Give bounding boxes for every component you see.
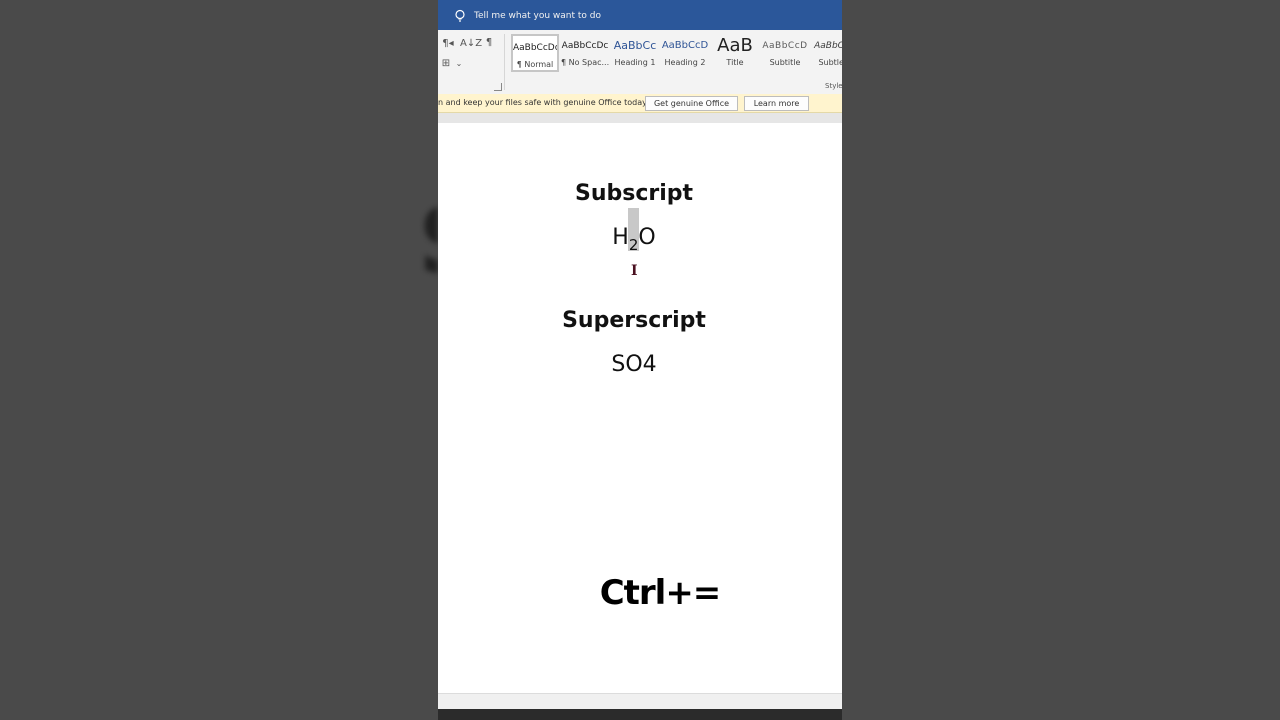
group-separator (504, 34, 505, 90)
get-genuine-office-button[interactable]: Get genuine Office (645, 96, 738, 111)
style-normal[interactable]: AaBbCcDc ¶ Normal (511, 34, 559, 72)
subscript-selection: 2 (627, 208, 639, 254)
h2o-formula: H 2O (438, 208, 830, 254)
style-preview: AaBbCcD (762, 41, 808, 51)
styles-group-label: Styles (825, 82, 842, 90)
rtl-direction-icon[interactable]: ¶◂ (440, 36, 456, 52)
document-page[interactable]: Subscript H 2O I Superscript SO4 Ctrl+= (438, 123, 842, 693)
formula-h: H (612, 225, 629, 250)
subscript-heading: Subscript (574, 181, 694, 206)
activation-message: n and keep your files safe with genuine … (438, 98, 649, 107)
superscript-heading: Superscript (562, 308, 706, 333)
style-preview: AaB (717, 35, 753, 56)
style-name: Subtle E (818, 58, 842, 67)
lightbulb-icon (455, 9, 465, 22)
style-preview: AaBbCcDc (513, 43, 557, 53)
style-title[interactable]: AaB Title (711, 34, 759, 72)
tell-me-search[interactable]: Tell me what you want to do (474, 11, 601, 21)
style-name: Heading 2 (664, 58, 706, 67)
word-window: Tell me what you want to do ¶◂ A↓Z ¶ ⊞ ⌄… (438, 0, 842, 720)
style-name: ¶ No Spac... (561, 58, 609, 67)
taskbar-edge (438, 709, 842, 720)
style-preview: AaBbCcDc (561, 41, 609, 51)
show-formatting-marks-icon[interactable]: ¶ (481, 35, 497, 51)
status-bar (438, 693, 842, 710)
style-name: ¶ Normal (516, 60, 554, 69)
learn-more-button[interactable]: Learn more (744, 96, 809, 111)
style-subtle-emphasis[interactable]: AaBbCcD Subtle E (811, 34, 842, 72)
ruler (438, 113, 842, 123)
background-blurred-letter: S (418, 196, 438, 276)
title-bar: Tell me what you want to do (438, 0, 842, 30)
formula-subscript-2: 2 (628, 236, 639, 254)
sort-icon[interactable]: A↓Z (460, 36, 482, 52)
formula-o: O (638, 225, 656, 250)
style-subtitle[interactable]: AaBbCcD Subtitle (761, 34, 809, 72)
style-preview: AaBbCcD (661, 40, 709, 51)
shortcut-caption: Ctrl+= (599, 573, 722, 613)
activation-bar: n and keep your files safe with genuine … (438, 94, 842, 113)
style-name: Title (726, 58, 744, 67)
styles-gallery: AaBbCcDc ¶ Normal AaBbCcDc ¶ No Spac... … (510, 34, 842, 72)
borders-dropdown-icon[interactable]: ⌄ (451, 56, 467, 72)
style-preview: AaBbCc (613, 39, 657, 52)
text-cursor-icon: I (631, 263, 638, 279)
so4-formula: SO4 (611, 352, 657, 377)
style-preview: AaBbCcD (814, 41, 842, 51)
style-name: Subtitle (769, 58, 801, 67)
paragraph-dialog-launcher-icon[interactable] (494, 83, 502, 91)
paragraph-group: ¶◂ A↓Z ¶ ⊞ ⌄ (438, 30, 504, 94)
style-name: Heading 1 (614, 58, 656, 67)
ribbon: ¶◂ A↓Z ¶ ⊞ ⌄ AaBbCcDc ¶ Normal AaBbCcDc … (438, 30, 842, 95)
style-heading-2[interactable]: AaBbCcD Heading 2 (661, 34, 709, 72)
style-no-spacing[interactable]: AaBbCcDc ¶ No Spac... (561, 34, 609, 72)
style-heading-1[interactable]: AaBbCc Heading 1 (611, 34, 659, 72)
